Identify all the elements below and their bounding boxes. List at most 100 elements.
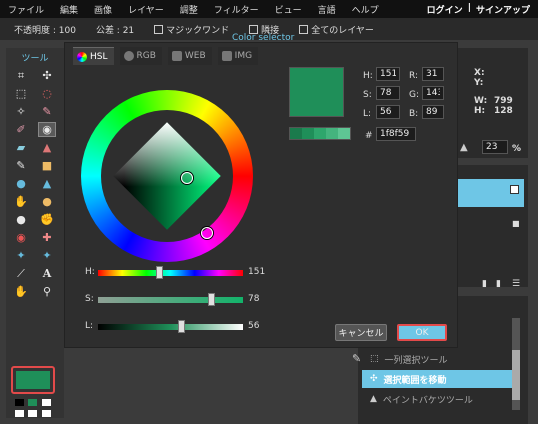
shade-swatch[interactable] <box>290 128 302 139</box>
burn-icon[interactable]: ● <box>12 212 30 227</box>
eraser-icon[interactable]: ▰ <box>12 140 30 155</box>
tab-img[interactable]: IMG <box>217 47 259 65</box>
tolerance-control[interactable]: 公差 : 21 <box>96 23 134 36</box>
l-field-label: L: <box>363 109 372 119</box>
shade-swatch[interactable] <box>326 128 338 139</box>
spot-heal-icon[interactable]: ✚ <box>38 230 56 245</box>
g-field[interactable] <box>422 86 444 100</box>
tab-hsl[interactable]: HSL <box>73 47 114 65</box>
shade-swatch[interactable] <box>314 128 326 139</box>
s-slider-knob[interactable] <box>208 293 215 306</box>
mini-white-swatch-2[interactable] <box>15 410 24 417</box>
opacity-control[interactable]: 不透明度 : 100 <box>14 23 76 36</box>
l-slider-knob[interactable] <box>178 320 185 333</box>
shade-strip[interactable] <box>289 127 351 140</box>
signup-link[interactable]: サインアップ <box>476 3 530 16</box>
red-eye-icon[interactable]: ◉ <box>12 230 30 245</box>
h-field[interactable] <box>376 67 400 81</box>
s-slider[interactable] <box>98 293 243 306</box>
tab-rgb[interactable]: RGB <box>119 47 162 65</box>
login-link[interactable]: ログイン <box>427 3 463 16</box>
menu-image[interactable]: 画像 <box>86 3 120 16</box>
marquee-icon[interactable]: ⬚ <box>12 86 30 101</box>
zoom-input[interactable]: 23 <box>482 140 508 154</box>
layers-panel: ■ ▮ ▮ ☰ <box>456 165 528 289</box>
hand-icon[interactable]: ✋ <box>12 284 30 299</box>
text-icon[interactable]: A <box>38 266 56 281</box>
s-field[interactable] <box>376 86 400 100</box>
s-slider-value: 78 <box>248 294 260 304</box>
ok-button[interactable]: OK <box>397 324 447 341</box>
pinch-icon[interactable]: ✦ <box>38 248 56 263</box>
layer-trash-icon[interactable]: ▮ <box>496 279 501 289</box>
mini-swap-swatch[interactable] <box>28 399 37 406</box>
all-layers-checkbox[interactable]: 全てのレイヤー <box>299 23 374 36</box>
mini-black-swatch[interactable] <box>15 399 24 406</box>
drop-icon[interactable]: ● <box>12 176 30 191</box>
layer-menu-icon[interactable]: ☰ <box>512 279 520 289</box>
history-item[interactable]: ▲ ペイントバケツツール <box>362 390 512 408</box>
tab-web[interactable]: WEB <box>167 47 212 65</box>
hue-marker[interactable] <box>201 227 213 239</box>
foreground-color-swatch[interactable] <box>11 366 55 394</box>
w-value: 799 <box>494 96 513 106</box>
move-icon[interactable]: ✣ <box>38 68 56 83</box>
color-picker-icon[interactable]: ◉ <box>38 122 56 137</box>
l-field[interactable] <box>376 105 400 119</box>
mini-white-swatch[interactable] <box>42 399 51 406</box>
r-field-label: R: <box>409 71 419 81</box>
l-slider[interactable] <box>98 320 243 333</box>
magic-wand-checkbox[interactable]: マジックワンド <box>154 23 229 36</box>
h-slider-knob[interactable] <box>156 266 163 279</box>
magic-wand-icon[interactable]: ✧ <box>12 104 30 119</box>
brush-icon[interactable]: ✐ <box>12 122 30 137</box>
smudge-icon[interactable]: ✋ <box>12 194 30 209</box>
menu-filter[interactable]: フィルター <box>206 3 267 16</box>
sl-marker[interactable] <box>181 172 193 184</box>
history-item-selected[interactable]: ✣ 選択範囲を移動 <box>362 370 512 388</box>
shade-swatch[interactable] <box>338 128 350 139</box>
y-label: Y: <box>474 78 484 88</box>
layer-add-icon[interactable]: ▮ <box>482 279 487 289</box>
zoom-unit: % <box>512 144 522 154</box>
h-slider-value: 151 <box>248 267 266 277</box>
lasso-icon[interactable]: ◌ <box>38 86 56 101</box>
line-icon[interactable]: ⟋ <box>12 266 30 281</box>
gradient-icon[interactable]: ✎ <box>12 158 30 173</box>
sponge-icon[interactable]: ● <box>38 194 56 209</box>
menu-layer[interactable]: レイヤー <box>120 3 172 16</box>
h-label: H: <box>474 106 486 116</box>
paint-bucket-icon[interactable]: ▲ <box>38 140 56 155</box>
menu-help[interactable]: ヘルプ <box>344 3 387 16</box>
history-item[interactable]: ⬚ 一列選択ツール <box>362 350 512 368</box>
menu-view[interactable]: ビュー <box>267 3 310 16</box>
marquee-row-icon: ⬚ <box>370 354 379 364</box>
tab-label: WEB <box>184 51 206 61</box>
pencil-icon[interactable]: ✎ <box>38 104 56 119</box>
bloat-icon[interactable]: ✦ <box>12 248 30 263</box>
move-row-icon: ✣ <box>370 374 378 384</box>
dodge-icon[interactable]: ✊ <box>38 212 56 227</box>
menu-edit[interactable]: 編集 <box>52 3 86 16</box>
shade-swatch[interactable] <box>302 128 314 139</box>
history-scroll-thumb[interactable] <box>512 350 520 400</box>
menu-file[interactable]: ファイル <box>0 3 52 16</box>
mini-white-swatch-3[interactable] <box>28 410 37 417</box>
checkbox-icon <box>154 24 164 34</box>
navigator-panel: X: Y: W: 799 H: 128 ▲ 23 % <box>456 48 528 158</box>
crop-icon[interactable]: ⌗ <box>12 68 30 83</box>
zoom-icon[interactable]: ⚲ <box>38 284 56 299</box>
r-field[interactable] <box>422 67 444 81</box>
h-slider[interactable] <box>98 266 243 279</box>
eyedropper-cursor-icon: ✎ <box>352 352 362 365</box>
b-field[interactable] <box>422 105 444 119</box>
hex-field[interactable] <box>376 127 416 141</box>
cancel-button[interactable]: キャンセル <box>335 324 387 341</box>
hue-wheel[interactable] <box>81 90 253 262</box>
stamp-icon[interactable]: ■ <box>38 158 56 173</box>
menu-language[interactable]: 言語 <box>310 3 344 16</box>
menu-adjust[interactable]: 調整 <box>172 3 206 16</box>
layer-visible-checkbox[interactable] <box>510 185 519 194</box>
sharpen-icon[interactable]: ▲ <box>38 176 56 191</box>
mini-white-swatch-4[interactable] <box>42 410 51 417</box>
